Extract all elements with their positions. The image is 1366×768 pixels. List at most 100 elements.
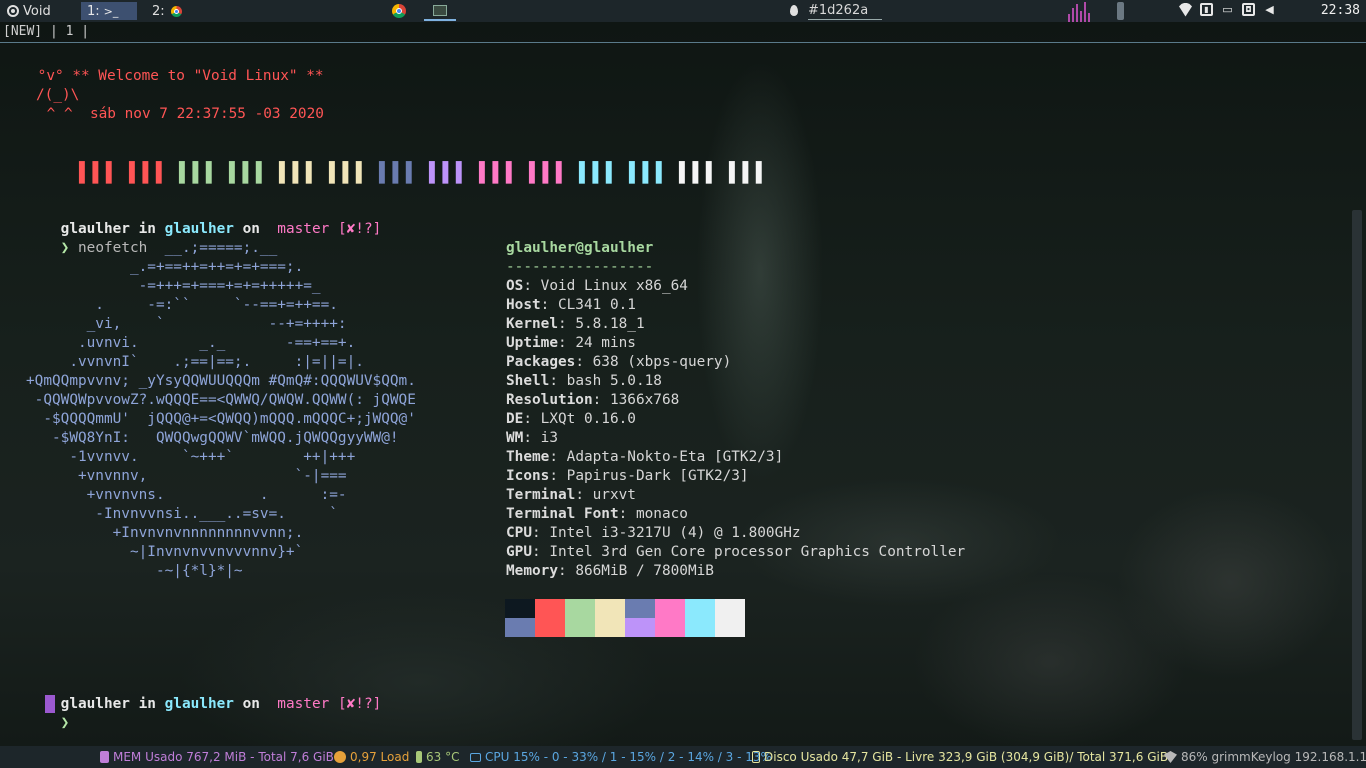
ascii-logo-line: +QmQQmpvvnv; _yYsyQQWUUQQQm #QmQ#:QQQWUV… [26,373,416,389]
ascii-logo-line: -~|{*l}*|~ [26,563,243,579]
info-key: Terminal [506,487,576,503]
palette-swatch [595,599,625,637]
ascii-logo-line: -Invnvvnsi..___..=sv=. ` [26,506,338,522]
memory-text: MEM Usado 767,2 MiB - Total 7,6 GiB [113,750,334,764]
color-block: ▌▌▌ [329,162,370,184]
color-block: ▌▌▌ [479,162,520,184]
neofetch-separator: ----------------- [506,259,654,275]
info-row: WM: i3 [506,430,558,446]
info-value: 866MiB / 7800MiB [575,563,714,579]
info-row: Theme: Adapta-Nokto-Eta [GTK2/3] [506,449,784,465]
void-logo-icon[interactable] [7,5,19,17]
info-key: GPU [506,544,532,560]
info-row: GPU: Intel 3rd Gen Core processor Graphi… [506,544,966,560]
info-key: Packages [506,354,576,370]
active-window-title: Void [23,3,51,19]
info-key: Icons [506,468,550,484]
info-value: bash 5.0.18 [566,373,662,389]
notes-tray-icon[interactable]: ◘ [1242,3,1255,16]
terminal-color-palette [505,599,745,637]
terminal-scrollbar[interactable] [1352,210,1362,740]
info-value: 24 mins [575,335,636,351]
clock[interactable]: 22:38 [1321,3,1360,18]
temperature-status[interactable]: 63 °C [416,750,459,764]
info-row: Terminal: urxvt [506,487,636,503]
info-key: Terminal Font [506,506,619,522]
ascii-logo-line: __.;=====;.__ [26,240,278,256]
disk-text: Disco Usado 47,7 GiB - Livre 323,9 GiB (… [764,750,1169,764]
info-key: CPU [506,525,532,541]
prompt-user: glaulher [60,696,130,712]
chrome-icon [170,5,182,17]
prompt-host: glaulher [164,696,234,712]
prompt-branch: master [277,221,330,237]
terminal-icon: >_ [103,4,119,18]
battery-tray-icon[interactable]: ▮ [1200,3,1213,16]
wifi-icon [1179,2,1192,17]
color-block: ▌▌▌ [629,162,670,184]
taskbar-terminal-button[interactable] [424,1,456,21]
info-key: Shell [506,373,550,389]
taskbar-chrome-icon[interactable] [392,4,406,18]
disk-icon [752,751,760,763]
info-row: OS: Void Linux x86_64 [506,278,688,294]
cpu-status[interactable]: CPU 15% - 0 - 33% / 1 - 15% / 2 - 14% / … [470,750,772,764]
terminal-tabline[interactable]: [NEW] | 1 | [0,22,1366,43]
color-block: ▌▌▌ [379,162,420,184]
volume-tray-icon[interactable]: ◀ [1263,3,1276,16]
color-block: ▌▌▌ [229,162,270,184]
color-block: ▌▌▌ [729,162,770,184]
color-drop-icon [790,5,798,16]
info-value: monaco [635,506,688,522]
ascii-logo-line: _.=+==++=++=+=+===;. [26,259,304,275]
load-status[interactable]: 0,97 Load [334,750,409,764]
prompt-arrow: ❯ [60,715,70,731]
bottom-status-bar: MEM Usado 767,2 MiB - Total 7,6 GiB 0,97… [0,746,1366,768]
color-block: ▌▌▌ [679,162,720,184]
prompt-host: glaulher [164,221,234,237]
neofetch-user-host: glaulher@glaulher [506,240,654,256]
info-key: Kernel [506,316,558,332]
wifi-tray-icon[interactable] [1179,2,1192,17]
memory-icon [100,751,109,763]
chat-tray-icon[interactable]: ▭ [1221,3,1234,16]
window-color-indicator: #1d262a [790,3,868,18]
workspace-2-button[interactable]: 2: [146,2,196,20]
info-value: urxvt [592,487,636,503]
palette-swatch [715,599,745,637]
info-value: Adapta-Nokto-Eta [GTK2/3] [566,449,784,465]
cpu-sparkline [1068,0,1092,22]
prompt-in: in [138,696,156,712]
ascii-logo-line: -=+++=+===+=+=+++++=_ [26,278,321,294]
prompt-line-2: glaulher in glaulher on master [✘!?] [26,676,382,733]
palette-swatch [625,599,655,637]
network-status[interactable]: 86% grimmKeylog 192.168.1.110 [1164,750,1366,764]
color-block: ▌▌▌ [129,162,170,184]
color-block: ▌▌▌ [79,162,120,184]
cpu-text: CPU 15% - 0 - 33% / 1 - 15% / 2 - 14% / … [485,750,772,764]
network-text: 86% grimmKeylog 192.168.1.110 [1181,750,1366,764]
info-row: Shell: bash 5.0.18 [506,373,662,389]
palette-swatch [655,599,685,637]
memory-status[interactable]: MEM Usado 767,2 MiB - Total 7,6 GiB [100,750,334,764]
ascii-logo-line: +vnvnvns. . :=- [26,487,347,503]
color-block: ▌▌▌ [429,162,470,184]
terminal-window[interactable]: °v° ** Welcome to "Void Linux" ** /(_)\ … [0,43,1352,744]
workspace-1-button[interactable]: 1: >_ [81,2,137,20]
volume-indicator[interactable] [1117,2,1124,20]
temperature-text: 63 °C [426,750,460,764]
info-value: 1366x768 [609,392,680,408]
info-key: Resolution [506,392,593,408]
info-row: Uptime: 24 mins [506,335,636,351]
ascii-logo-line: -1vvnvv. `~+++` ++|+++ [26,449,356,465]
disk-status[interactable]: Disco Usado 47,7 GiB - Livre 323,9 GiB (… [752,750,1168,764]
cpu-icon [470,752,481,762]
ascii-logo-line: -QQWQWpvvowZ?.wQQQE==<QWWQ/QWQW.QQWW(: j… [26,392,416,408]
ascii-logo-line: +Invnvnvnnnnnnnnvvnn;. [26,525,304,541]
window-color-hex: #1d262a [808,3,869,18]
terminal-icon [433,4,447,16]
info-row: Kernel: 5.8.18_1 [506,316,645,332]
color-block: ▌▌▌ [279,162,320,184]
palette-swatch [505,599,535,637]
motd-line-1: °v° ** Welcome to "Void Linux" ** [29,68,324,84]
